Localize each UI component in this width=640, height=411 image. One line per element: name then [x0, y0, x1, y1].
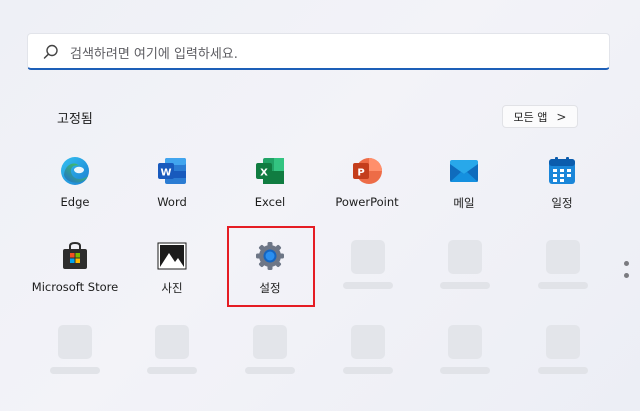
app-tile-microsoft-store[interactable]: Microsoft Store: [27, 240, 123, 314]
app-tile-powerpoint[interactable]: P PowerPoint: [319, 155, 415, 229]
placeholder-tile-icon: [351, 325, 385, 359]
store-icon: [63, 241, 87, 269]
app-tile-word[interactable]: W Word: [124, 155, 220, 229]
chevron-right-icon: >: [556, 109, 567, 124]
page-indicator-dot[interactable]: [624, 273, 629, 278]
placeholder-tile-label: [538, 282, 588, 289]
mail-icon: [450, 160, 478, 182]
placeholder-tile-label: [147, 367, 197, 374]
pinned-section-title: 고정됨: [57, 112, 93, 127]
placeholder-tile-label: [538, 367, 588, 374]
powerpoint-icon: P: [353, 158, 382, 184]
placeholder-tile-label: [343, 282, 393, 289]
placeholder-tile-icon: [546, 325, 580, 359]
placeholder-tile-icon: [448, 325, 482, 359]
edge-icon: [61, 157, 89, 185]
photos-icon: [157, 242, 187, 270]
calendar-icon: [549, 157, 575, 184]
all-apps-button[interactable]: 모든 앱 >: [502, 105, 578, 128]
app-tile-excel[interactable]: X Excel: [222, 155, 318, 229]
app-label-calendar: 일정: [551, 196, 573, 210]
svg-text:P: P: [357, 168, 364, 179]
search-box[interactable]: 검색하려면 여기에 입력하세요.: [27, 33, 610, 70]
placeholder-tile-label: [343, 367, 393, 374]
placeholder-tile-icon: [58, 325, 92, 359]
search-icon: [43, 44, 58, 59]
app-tile-edge[interactable]: Edge: [27, 155, 123, 229]
page-indicator-dot[interactable]: [624, 261, 629, 266]
word-icon: W: [158, 158, 186, 184]
app-tile-calendar[interactable]: 일정: [514, 155, 610, 229]
placeholder-tile-icon: [351, 240, 385, 274]
search-placeholder[interactable]: 검색하려면 여기에 입력하세요.: [70, 43, 238, 62]
svg-text:W: W: [160, 168, 171, 179]
excel-icon: X: [256, 158, 284, 184]
placeholder-tile-label: [440, 282, 490, 289]
svg-text:X: X: [260, 168, 268, 179]
placeholder-tile-icon: [155, 325, 189, 359]
placeholder-tile-label: [50, 367, 100, 374]
all-apps-label: 모든 앱: [513, 110, 548, 124]
placeholder-tile-icon: [448, 240, 482, 274]
placeholder-tile-label: [245, 367, 295, 374]
settings-highlight-box: [227, 226, 315, 307]
app-tile-photos[interactable]: 사진: [124, 240, 220, 314]
placeholder-tile-icon: [253, 325, 287, 359]
placeholder-tile-icon: [546, 240, 580, 274]
app-tile-mail[interactable]: 메일: [416, 155, 512, 229]
placeholder-tile-label: [440, 367, 490, 374]
